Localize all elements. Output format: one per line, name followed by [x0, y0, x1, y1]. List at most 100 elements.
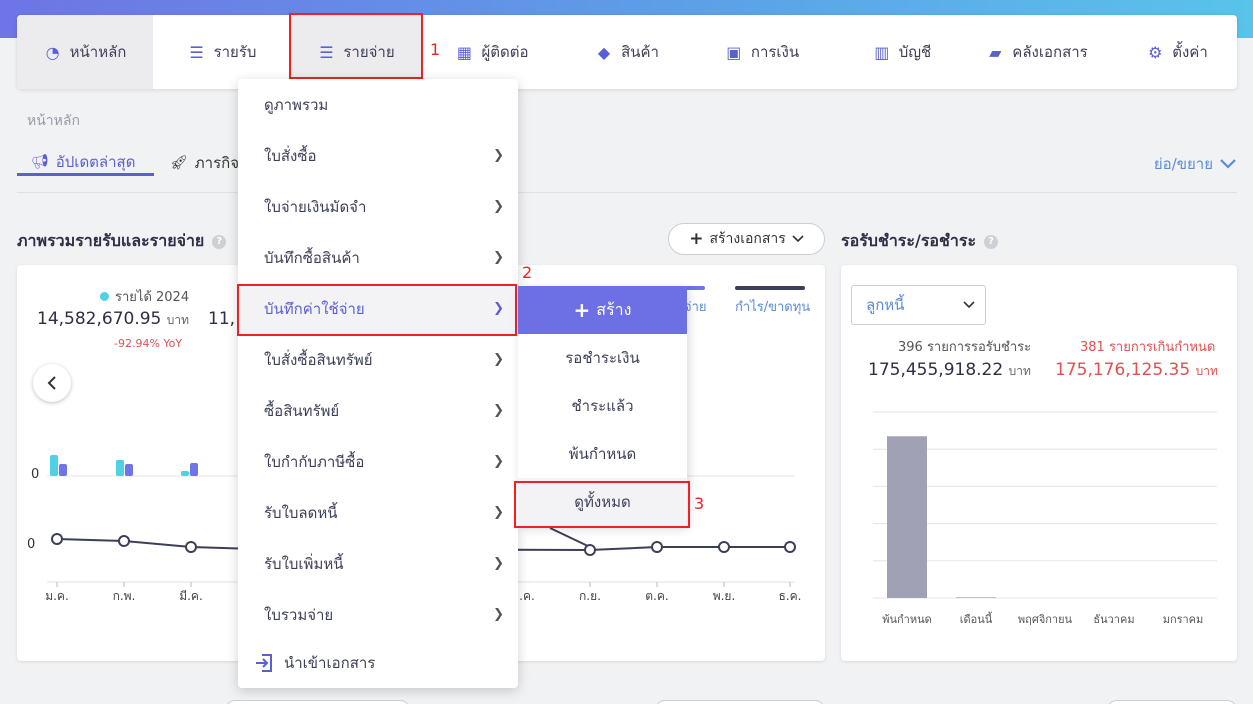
folder-icon: ▰	[989, 42, 1002, 62]
main-navbar: ◔ หน้าหลัก ☰ รายรับ ☰ รายจ่าย ▦ ผู้ติดต่…	[17, 15, 1237, 89]
submenu-item-awaiting-payment[interactable]: รอชำระเงิน	[518, 334, 687, 382]
bar-เดือนนี้	[956, 597, 996, 598]
line-point	[651, 541, 663, 553]
line-point	[718, 541, 730, 553]
annotation-step-3: 3	[694, 494, 705, 513]
chevron-down-icon	[1220, 159, 1236, 169]
line-point	[185, 541, 197, 553]
line-point	[784, 541, 796, 553]
x-tick-label: พ.ย.	[713, 589, 736, 603]
expense-dropdown-menu: ดูภาพรวม ใบสั่งซื้อ ❯ ใบจ่ายเงินมัดจำ ❯ บั…	[238, 79, 518, 688]
menu-item-combined-payment[interactable]: ใบรวมจ่าย ❯	[238, 589, 518, 640]
line-series-segment	[549, 527, 591, 548]
collapse-toggle[interactable]: ย่อ/ขยาย	[1154, 152, 1237, 176]
bar-ก.พ.-1	[125, 464, 133, 476]
chevron-right-icon: ❯	[493, 199, 504, 214]
line-point	[51, 533, 63, 545]
x-tick-label: มกราคม	[1163, 613, 1204, 626]
chevron-right-icon: ❯	[493, 352, 504, 367]
help-icon[interactable]: ?	[212, 234, 227, 249]
submenu-create-button[interactable]: + สร้าง	[518, 286, 687, 334]
nav-accounting[interactable]: ▥ บัญชี	[852, 15, 952, 89]
x-tick-label: ต.ค.	[645, 589, 668, 603]
chevron-right-icon: ❯	[493, 148, 504, 163]
menu-item-debit-note[interactable]: รับใบเพิ่มหนี้ ❯	[238, 538, 518, 589]
bottom-pill-button[interactable]	[1107, 700, 1237, 704]
tab-mission[interactable]: 🚀︎ ภารกิจ	[170, 150, 239, 176]
line-point	[118, 535, 130, 547]
plus-icon: +	[573, 298, 591, 322]
rocket-icon: 🚀︎	[170, 155, 188, 171]
menu-item-purchase-record[interactable]: บันทึกซื้อสินค้า ❯	[238, 232, 518, 283]
chevron-right-icon: ❯	[493, 454, 504, 469]
menu-item-asset-purchase-order[interactable]: ใบสั่งซื้อสินทรัพย์ ❯	[238, 334, 518, 385]
x-tick-label: ม.ค.	[45, 589, 69, 603]
nav-settings[interactable]: ⚙ ตั้งค่า	[1127, 15, 1227, 89]
nav-documents[interactable]: ▰ คลังเอกสาร	[972, 15, 1102, 89]
bar-ม.ค.-0	[50, 455, 58, 476]
bar-พ้นกำหนด	[887, 436, 927, 598]
bar-มี.ค.-1	[190, 463, 198, 476]
create-document-button[interactable]: + สร้างเอกสาร	[668, 223, 825, 255]
chevron-right-icon: ❯	[493, 250, 504, 265]
bar-มี.ค.-0	[181, 471, 189, 476]
money-icon: ▣	[726, 42, 742, 62]
chevron-right-icon: ❯	[493, 607, 504, 622]
nav-products[interactable]: ◆ สินค้า	[577, 15, 677, 89]
x-tick-label: ก.พ.	[113, 589, 136, 603]
bar-y-tick-label: 0	[31, 467, 39, 482]
highlight-box-expense-record	[237, 284, 517, 336]
x-tick-label: เดือนนี้	[960, 611, 993, 626]
receivables-card: ลูกหนี้ 396 รายการรอรับชำระ 175,455,918.…	[841, 265, 1237, 661]
gear-icon: ⚙	[1148, 42, 1163, 62]
income-list-icon: ☰	[189, 42, 204, 62]
line-y-tick-label: 0	[27, 537, 35, 552]
chevron-right-icon: ❯	[493, 505, 504, 520]
contacts-icon: ▦	[456, 42, 473, 62]
receivables-chart: พ้นกำหนด เดือนนี้ พฤศจิกายน ธันวาคม มกราคม	[873, 411, 1217, 626]
plus-icon: +	[689, 229, 704, 249]
x-tick-label: ธ.ค.	[779, 589, 802, 603]
section-divider	[17, 192, 1237, 193]
annotation-step-2: 2	[522, 263, 533, 282]
ledger-icon: ▥	[874, 42, 890, 62]
submenu-item-overdue[interactable]: พ้นกำหนด	[518, 430, 687, 478]
x-tick-label: พฤศจิกายน	[1018, 613, 1073, 626]
help-icon[interactable]: ?	[984, 234, 999, 249]
receivables-section-title: รอรับชำระ/รอชำระ ?	[841, 229, 999, 254]
menu-item-deposit-payment[interactable]: ใบจ่ายเงินมัดจำ ❯	[238, 181, 518, 232]
bar-ม.ค.-1	[59, 464, 67, 476]
menu-item-asset-purchase[interactable]: ซื้อสินทรัพย์ ❯	[238, 385, 518, 436]
box-icon: ◆	[597, 42, 611, 62]
bottom-pill-button[interactable]	[225, 700, 410, 704]
dashboard-icon: ◔	[45, 42, 60, 62]
menu-item-purchase-order[interactable]: ใบสั่งซื้อ ❯	[238, 130, 518, 181]
x-tick-label: พ้นกำหนด	[882, 613, 932, 626]
menu-item-overview[interactable]: ดูภาพรวม	[238, 79, 518, 130]
nav-income[interactable]: ☰ รายรับ	[153, 15, 291, 89]
x-tick-label: มี.ค.	[179, 589, 203, 603]
nav-contacts[interactable]: ▦ ผู้ติดต่อ	[442, 15, 542, 89]
highlight-box-expense	[289, 13, 423, 79]
import-icon	[256, 653, 272, 672]
overview-section-title: ภาพรวมรายรับและรายจ่าย ?	[17, 229, 227, 254]
nav-dashboard[interactable]: ◔ หน้าหลัก	[17, 15, 153, 89]
chevron-down-icon	[792, 235, 804, 243]
nav-finance[interactable]: ▣ การเงิน	[712, 15, 812, 89]
line-point	[584, 544, 596, 556]
menu-item-purchase-tax-invoice[interactable]: ใบกำกับภาษีซื้อ ❯	[238, 436, 518, 487]
highlight-box-view-all	[514, 481, 690, 528]
bottom-pill-button[interactable]	[655, 700, 825, 704]
menu-item-credit-note[interactable]: รับใบลดหนี้ ❯	[238, 487, 518, 538]
x-tick-label: ธันวาคม	[1093, 613, 1134, 626]
submenu-item-paid[interactable]: ชำระแล้ว	[518, 382, 687, 430]
annotation-step-1: 1	[430, 40, 441, 59]
menu-item-import-documents[interactable]: นำเข้าเอกสาร	[238, 637, 518, 688]
tab-latest-update[interactable]: 📢︎ อัปเดตล่าสุด	[17, 150, 154, 176]
breadcrumb[interactable]: หน้าหลัก	[27, 110, 80, 132]
bar-ก.พ.-0	[116, 460, 124, 476]
chevron-right-icon: ❯	[493, 403, 504, 418]
x-tick-label: ก.ย.	[579, 589, 601, 603]
megaphone-icon: 📢︎	[31, 153, 49, 170]
chevron-right-icon: ❯	[493, 556, 504, 571]
